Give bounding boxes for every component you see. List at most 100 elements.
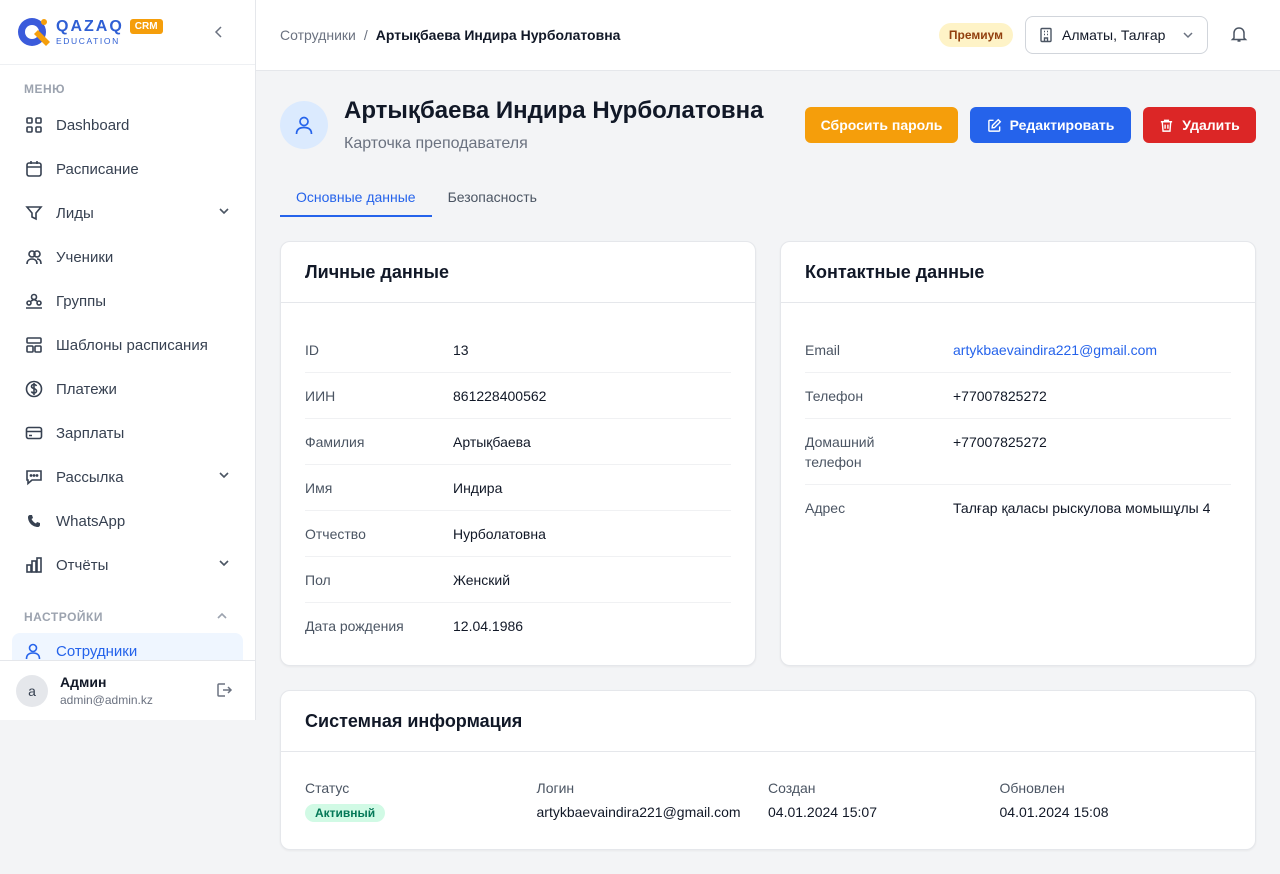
breadcrumb-separator: / <box>363 27 368 43</box>
field-value: 861228400562 <box>453 388 547 404</box>
card-title: Системная информация <box>281 691 1255 752</box>
field-value: 12.04.1986 <box>453 618 524 634</box>
sidebar-item-label: Сотрудники <box>56 643 138 660</box>
contact-data-list: Email artykbaevaindira221@gmail.com Телеф… <box>781 303 1255 530</box>
funnel-icon <box>24 203 44 223</box>
list-item: Телефон +77007825272 <box>805 373 1231 419</box>
field-label: Адрес <box>805 500 846 516</box>
sidebar-item-label: WhatsApp <box>56 512 126 530</box>
sidebar-item-salaries[interactable]: Зарплаты <box>12 411 243 455</box>
edit-icon <box>987 118 1002 133</box>
sidebar-item-employees[interactable]: Сотрудники <box>12 633 243 660</box>
branch-select-value: Алматы, Талғар <box>1062 27 1166 43</box>
branch-select[interactable]: Алматы, Талғар <box>1025 16 1208 54</box>
tabs: Основные данные Безопасность <box>280 181 553 217</box>
system-info-card: Системная информация Статус Активный Лог… <box>280 690 1256 850</box>
sidebar-item-students[interactable]: Ученики <box>12 235 243 279</box>
field-value: +77007825272 <box>953 388 1047 404</box>
tab-security[interactable]: Безопасность <box>432 181 553 217</box>
list-item: ID 13 <box>305 327 731 373</box>
field-value: Женский <box>453 572 511 588</box>
contact-data-card: Контактные данные Email artykbaevaindira2… <box>780 241 1256 666</box>
sidebar-item-label: Лиды <box>56 204 94 222</box>
list-item: Адрес Талғар қаласы рыскулова момышұлы 4 <box>805 485 1231 530</box>
list-item: Фамилия Артықбаева <box>305 419 731 465</box>
list-item: Пол Женский <box>305 557 731 603</box>
building-icon <box>1038 27 1054 43</box>
crm-badge: CRM <box>129 18 163 34</box>
field-value: +77007825272 <box>953 434 1047 450</box>
sidebar-item-schedule[interactable]: Расписание <box>12 147 243 191</box>
students-icon <box>24 247 44 267</box>
sidebar-item-whatsapp[interactable]: WhatsApp <box>12 499 243 543</box>
reset-password-label: Сбросить пароль <box>820 117 943 133</box>
field-value: 13 <box>453 342 469 358</box>
chevron-left-icon <box>214 26 222 38</box>
list-item: ИИН 861228400562 <box>305 373 731 419</box>
list-item: Email artykbaevaindira221@gmail.com <box>805 327 1231 373</box>
notifications-button[interactable] <box>1230 25 1248 43</box>
field-label: Email <box>805 342 841 358</box>
logo-icon <box>16 14 52 50</box>
sidebar: QAZAQ EDUCATION CRM МЕНЮ Dashboard Распи… <box>0 0 256 720</box>
chevron-down-icon <box>217 556 231 574</box>
chart-icon <box>24 555 44 575</box>
field-label: Статус <box>305 780 350 796</box>
sidebar-item-label: Платежи <box>56 380 117 398</box>
breadcrumb-employees-link[interactable]: Сотрудники <box>280 27 356 43</box>
sidebar-item-reports[interactable]: Отчёты <box>12 543 243 587</box>
sidebar-nav: Dashboard Расписание Лиды Ученики Группы… <box>12 103 243 587</box>
sidebar-item-payments[interactable]: Платежи <box>12 367 243 411</box>
user-email: admin@admin.kz <box>60 693 153 707</box>
collapse-sidebar-button[interactable] <box>209 22 229 42</box>
sidebar-item-label: Dashboard <box>56 116 130 134</box>
template-icon <box>24 335 44 355</box>
settings-section-toggle[interactable]: НАСТРОЙКИ <box>0 606 255 628</box>
card-icon <box>24 423 44 443</box>
phone-icon <box>24 511 44 531</box>
field-value: Артықбаева <box>453 434 531 450</box>
list-item: Имя Индира <box>305 465 731 511</box>
card-title: Контактные данные <box>781 242 1255 303</box>
tab-main-data[interactable]: Основные данные <box>280 181 432 217</box>
sidebar-item-label: Шаблоны расписания <box>56 336 208 354</box>
edit-button[interactable]: Редактировать <box>970 107 1131 143</box>
status-badge: Активный <box>305 804 386 822</box>
chevron-down-icon <box>1181 28 1195 42</box>
list-item: Дата рождения 12.04.1986 <box>305 603 731 648</box>
field-label: Обновлен <box>999 780 1065 796</box>
field-label: Телефон <box>805 388 864 404</box>
card-title: Личные данные <box>281 242 755 303</box>
sidebar-item-label: Расписание <box>56 160 139 178</box>
field-label: ИИН <box>305 388 336 404</box>
dollar-icon <box>24 379 44 399</box>
system-info-grid: Статус Активный Логин artykbaevaindira22… <box>281 752 1255 822</box>
logout-button[interactable] <box>215 681 233 704</box>
user-name: Админ <box>60 674 107 690</box>
field-value: 04.01.2024 15:08 <box>999 804 1109 820</box>
sidebar-item-leads[interactable]: Лиды <box>12 191 243 235</box>
sidebar-item-templates[interactable]: Шаблоны расписания <box>12 323 243 367</box>
plan-badge: Премиум <box>938 23 1013 47</box>
logout-icon <box>217 683 233 697</box>
groups-icon <box>24 291 44 311</box>
delete-button[interactable]: Удалить <box>1143 107 1256 143</box>
delete-label: Удалить <box>1182 117 1240 133</box>
field-label: Создан <box>768 780 816 796</box>
field-label: Имя <box>305 480 333 496</box>
page-title: Артықбаева Индира Нурболатовна <box>344 97 764 124</box>
logo-row: QAZAQ EDUCATION CRM <box>0 0 255 65</box>
field-label: ID <box>305 342 319 358</box>
email-link[interactable]: artykbaevaindira221@gmail.com <box>953 340 1157 360</box>
field-label: Домашний телефон <box>805 434 875 470</box>
field-label: Пол <box>305 572 331 588</box>
sidebar-item-mailing[interactable]: Рассылка <box>12 455 243 499</box>
user-icon <box>24 642 44 660</box>
sidebar-item-label: Ученики <box>56 248 114 266</box>
sidebar-item-dashboard[interactable]: Dashboard <box>12 103 243 147</box>
field-label: Логин <box>536 780 575 796</box>
sidebar-item-label: Отчёты <box>56 556 109 574</box>
reset-password-button[interactable]: Сбросить пароль <box>805 107 958 143</box>
menu-section-label: МЕНЮ <box>24 82 66 96</box>
sidebar-item-groups[interactable]: Группы <box>12 279 243 323</box>
